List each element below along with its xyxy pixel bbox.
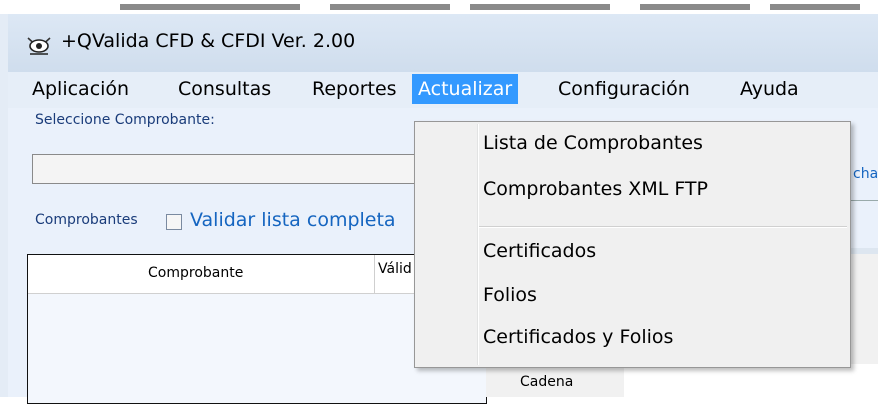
menu-actualizar[interactable]: Actualizar xyxy=(412,74,519,104)
menu-icon-gutter xyxy=(477,124,479,365)
validate-all-label[interactable]: Validar lista completa xyxy=(190,209,396,231)
menu-item-certificados[interactable]: Certificados xyxy=(483,240,596,262)
menu-separator xyxy=(479,226,847,228)
comprobante-select[interactable] xyxy=(32,154,472,184)
menu-configuracion[interactable]: Configuración xyxy=(552,74,696,104)
app-eye-icon xyxy=(27,37,51,55)
right-partial-link[interactable]: cha xyxy=(853,166,878,182)
menu-item-comprobantes-xml-ftp[interactable]: Comprobantes XML FTP xyxy=(483,178,708,200)
menu-aplicacion[interactable]: Aplicación xyxy=(26,74,135,104)
actualizar-dropdown-menu: Lista de Comprobantes Comprobantes XML F… xyxy=(414,121,851,368)
menu-reportes[interactable]: Reportes xyxy=(306,74,403,104)
menu-consultas[interactable]: Consultas xyxy=(172,74,277,104)
menu-item-lista-comprobantes[interactable]: Lista de Comprobantes xyxy=(483,132,703,154)
app-window: +QValida CFD & CFDI Ver. 2.00 Aplicación… xyxy=(0,14,878,404)
title-bar: +QValida CFD & CFDI Ver. 2.00 xyxy=(8,14,878,72)
background-strip xyxy=(0,0,878,14)
column-comprobante[interactable]: Comprobante xyxy=(148,265,243,281)
column-valid[interactable]: Válid xyxy=(378,261,412,277)
comprobantes-label: Comprobantes xyxy=(35,212,138,228)
menu-ayuda[interactable]: Ayuda xyxy=(734,74,805,104)
validate-all-checkbox[interactable] xyxy=(166,214,182,230)
cadena-field[interactable] xyxy=(624,364,878,397)
select-label: Seleccione Comprobante: xyxy=(35,112,215,128)
cadena-label: Cadena xyxy=(520,374,574,390)
window-title: +QValida CFD & CFDI Ver. 2.00 xyxy=(61,30,356,52)
column-divider xyxy=(374,255,375,293)
menu-bar: Aplicación Consultas Reportes Actualizar… xyxy=(8,72,878,108)
menu-item-folios[interactable]: Folios xyxy=(483,284,537,306)
menu-item-certificados-y-folios[interactable]: Certificados y Folios xyxy=(483,326,673,348)
